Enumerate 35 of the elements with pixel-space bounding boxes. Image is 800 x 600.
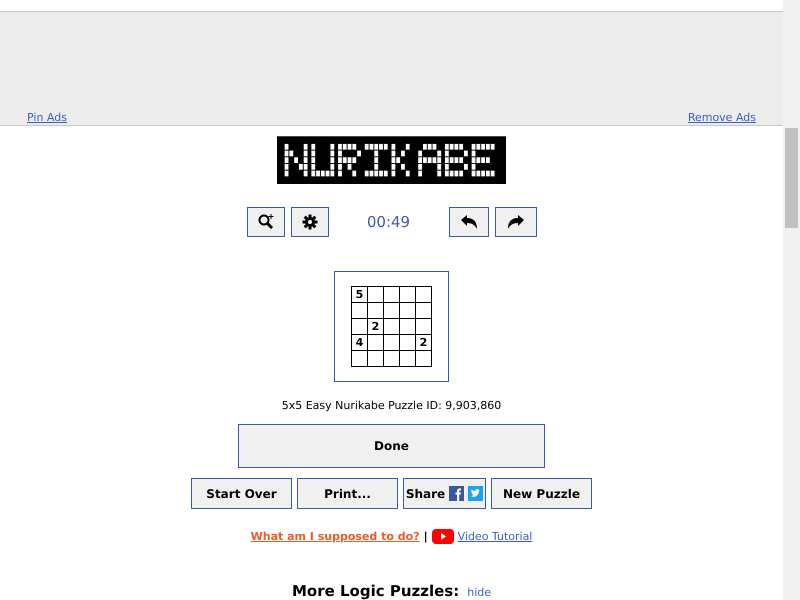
play-video-icon — [432, 529, 454, 544]
grid-cell[interactable] — [352, 350, 368, 367]
section-heading: More Logic Puzzles: — [292, 582, 460, 600]
grid-cell[interactable]: 5 — [352, 286, 368, 303]
undo-button[interactable] — [448, 207, 488, 238]
timer: 00:49 — [366, 213, 412, 232]
pin-ads-link[interactable]: Pin Ads — [27, 111, 67, 124]
hide-link[interactable]: hide — [467, 586, 492, 599]
action-button[interactable]: Start Over — [191, 478, 292, 509]
settings-button[interactable] — [290, 207, 328, 238]
grid-cell[interactable] — [368, 286, 384, 303]
share-button[interactable]: Share — [403, 478, 486, 509]
grid-cell[interactable]: 4 — [352, 334, 368, 351]
undo-icon — [460, 214, 478, 230]
grid-cell[interactable] — [400, 286, 416, 303]
separator: | — [424, 530, 428, 543]
action-button[interactable]: Print... — [297, 478, 398, 509]
grid-cell[interactable] — [416, 286, 432, 303]
facebook-icon — [449, 486, 464, 501]
grid-cell[interactable] — [384, 286, 400, 303]
remove-ads-link[interactable]: Remove Ads — [688, 111, 756, 124]
action-button[interactable]: New Puzzle — [491, 478, 592, 509]
twitter-icon — [468, 486, 484, 501]
video-tutorial-link[interactable]: Video Tutorial — [458, 530, 532, 543]
done-button[interactable]: Done — [238, 424, 545, 468]
redo-button[interactable] — [494, 207, 536, 238]
zoom-in-icon — [256, 213, 274, 232]
zoom-in-button[interactable] — [246, 207, 284, 238]
redo-icon — [506, 214, 524, 230]
scrollbar-thumb[interactable] — [785, 128, 798, 228]
scrollbar[interactable] — [783, 0, 800, 600]
settings-icon — [302, 214, 318, 230]
grid-cell[interactable] — [352, 302, 368, 319]
grid-cell[interactable] — [352, 318, 368, 335]
puzzle-info: 5x5 Easy Nurikabe Puzzle ID: 9,903,860 — [282, 399, 502, 412]
